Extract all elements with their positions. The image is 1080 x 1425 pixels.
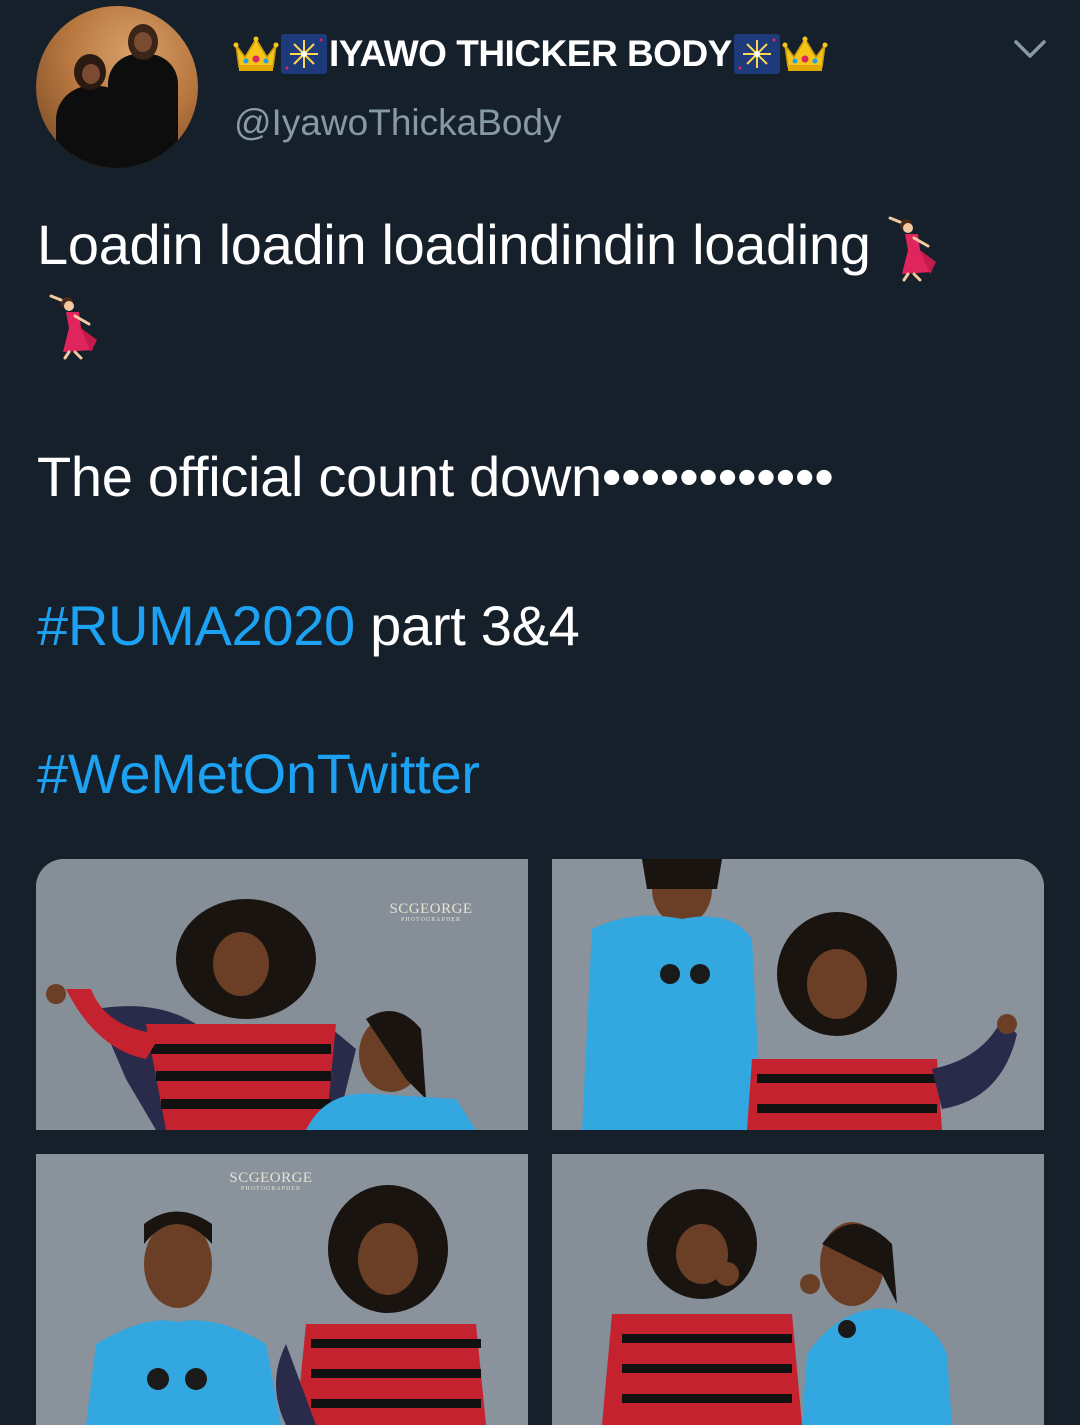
watermark: SCGEORGE PHOTOGRAPHER [229,1170,313,1192]
author-handle[interactable]: @IyawoThickaBody [234,102,562,144]
media-grid: SCGEORGE PHOTOGRAPHER SCGEORGE PHOTOGRAP… [36,859,1044,1425]
crown-icon [782,35,828,73]
avatar[interactable] [36,6,198,168]
photo-2[interactable] [552,859,1044,1130]
crown-icon [233,35,279,73]
avatar-woman-face [82,64,100,84]
avatar-person-man [108,54,178,168]
fireworks-icon [281,34,327,74]
tweet-text-line-2: The official count down•••••••••••• [37,445,834,508]
tweet-text: Loadin loadin loadindindin loading [37,213,871,276]
tweet-text-line-4: #WeMetOnTwitter [37,741,480,806]
photo-3[interactable]: SCGEORGE PHOTOGRAPHER [36,1154,528,1425]
hashtag-link[interactable]: #WeMetOnTwitter [37,742,480,805]
watermark: SCGEORGE PHOTOGRAPHER [389,901,473,923]
tweet-text-line-1: Loadin loadin loadindindin loading [37,212,938,282]
photo-1[interactable]: SCGEORGE PHOTOGRAPHER [36,859,528,1130]
chevron-down-icon[interactable] [1010,32,1050,68]
woman-dancing-icon [886,216,938,282]
hashtag-link[interactable]: #RUMA2020 [37,594,355,657]
fireworks-icon [733,34,780,74]
avatar-man-face [134,32,152,52]
author-name-row[interactable]: IYAWO THICKER BODY [233,30,828,78]
tweet-text-line-3: #RUMA2020 part 3&4 [37,593,580,658]
photo-4[interactable] [552,1154,1044,1425]
woman-dancing-icon [47,294,99,360]
author-display-name[interactable]: IYAWO THICKER BODY [329,33,732,75]
tweet-text: part 3&4 [354,594,580,657]
tweet-text-line-emoji [37,290,99,360]
tweet: IYAWO THICKER BODY @IyawoThickaBody Load… [0,0,1080,1425]
